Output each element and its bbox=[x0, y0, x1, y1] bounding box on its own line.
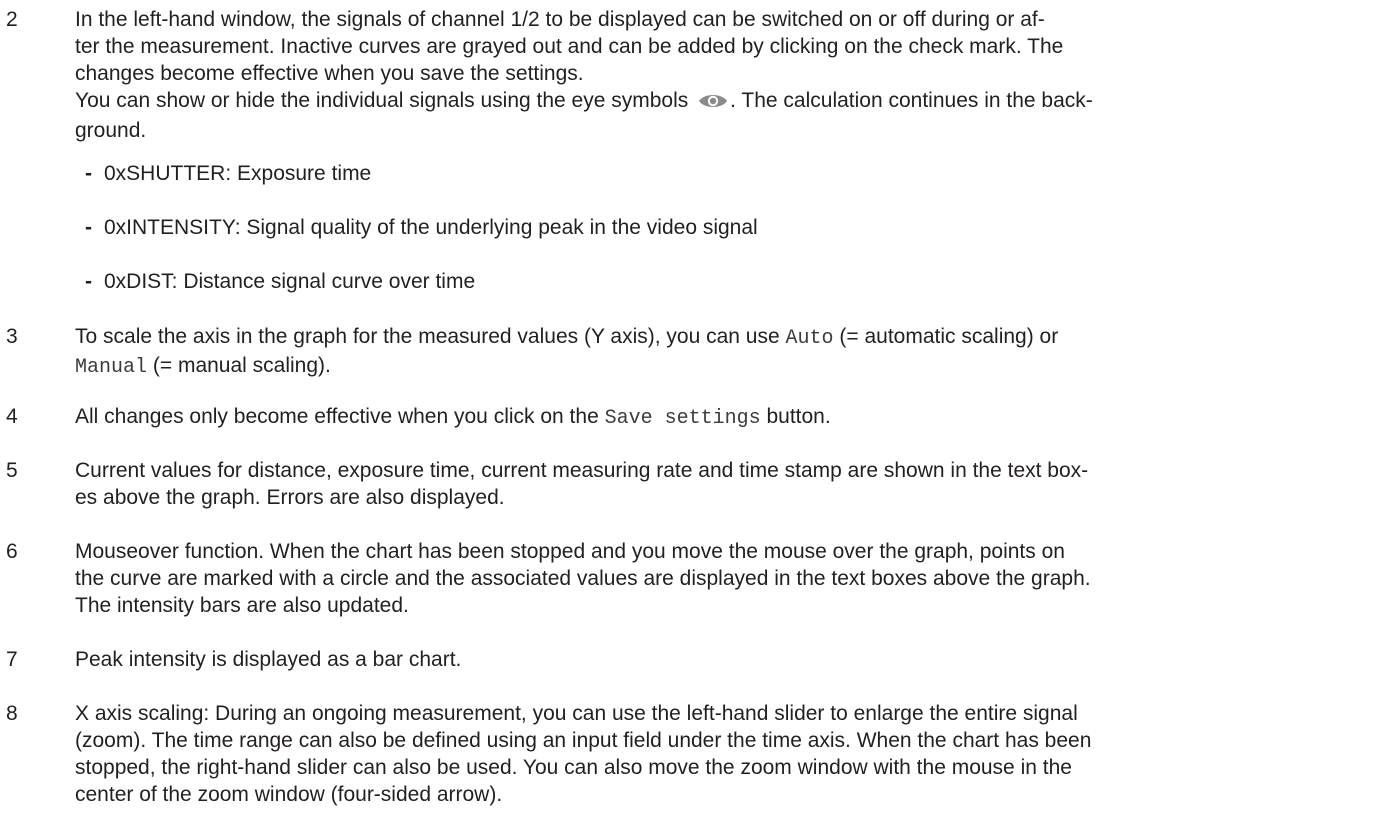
text-span: You can show or hide the individual sign… bbox=[75, 89, 689, 112]
text-line: You can show or hide the individual sign… bbox=[75, 87, 1371, 117]
eye-icon bbox=[698, 90, 728, 117]
text-line: Mouseover function. When the chart has b… bbox=[75, 540, 1065, 563]
text-line: center of the zoom window (four-sided ar… bbox=[75, 783, 503, 806]
bullet-text: 0xDIST: Distance signal curve over time bbox=[104, 270, 476, 293]
text-line: The intensity bars are also updated. bbox=[75, 594, 409, 617]
text-span: (= manual scaling). bbox=[152, 354, 331, 377]
text-line: Manual (= manual scaling). bbox=[75, 352, 1371, 381]
text-line: In the left-hand window, the signals of … bbox=[75, 8, 1045, 31]
item-text: All changes only become effective when y… bbox=[75, 403, 1371, 432]
bullet-marker: - bbox=[85, 270, 92, 293]
text-line: changes become effective when you save t… bbox=[75, 62, 584, 85]
code-text: Manual bbox=[75, 356, 148, 379]
text-line: ground. bbox=[75, 119, 147, 142]
item-number: 7 bbox=[6, 648, 18, 671]
item-text: Mouseover function. When the chart has b… bbox=[75, 538, 1371, 619]
text-line: (zoom). The time range can also be defin… bbox=[75, 729, 1092, 752]
text-line: Current values for distance, exposure ti… bbox=[75, 459, 1089, 482]
text-line: es above the graph. Errors are also disp… bbox=[75, 486, 505, 509]
text-span: button. bbox=[766, 405, 831, 428]
text-line: X axis scaling: During an ongoing measur… bbox=[75, 702, 1078, 725]
bullet-text: 0xSHUTTER: Exposure time bbox=[104, 162, 372, 185]
text-span: (= automatic scaling) or bbox=[839, 325, 1059, 348]
item-text: Current values for distance, exposure ti… bbox=[75, 457, 1371, 511]
item-text: Peak intensity is displayed as a bar cha… bbox=[75, 646, 1371, 673]
text-line: ter the measurement. Inactive curves are… bbox=[75, 35, 1064, 58]
text-line: Peak intensity is displayed as a bar cha… bbox=[75, 648, 462, 671]
item-text: To scale the axis in the graph for the m… bbox=[75, 323, 1371, 381]
item-text: In the left-hand window, the signals of … bbox=[75, 6, 1371, 144]
item-number: 5 bbox=[6, 459, 18, 482]
text-span: All changes only become effective when y… bbox=[75, 405, 599, 428]
text-span: . The calculation continues in the back- bbox=[730, 89, 1093, 112]
item-number: 6 bbox=[6, 540, 18, 563]
code-text: Auto bbox=[785, 327, 834, 350]
bullet-marker: - bbox=[85, 162, 92, 185]
text-line: To scale the axis in the graph for the m… bbox=[75, 323, 1371, 352]
item-number: 4 bbox=[6, 405, 18, 428]
bullet-text: 0xINTENSITY: Signal quality of the under… bbox=[104, 216, 758, 239]
item-number: 3 bbox=[6, 325, 18, 348]
text-line: the curve are marked with a circle and t… bbox=[75, 567, 1091, 590]
code-text: Save settings bbox=[604, 407, 761, 430]
text-line: stopped, the right-hand slider can also … bbox=[75, 756, 1072, 779]
item-number: 2 bbox=[6, 8, 18, 31]
item-text: X axis scaling: During an ongoing measur… bbox=[75, 700, 1371, 808]
text-span: To scale the axis in the graph for the m… bbox=[75, 325, 780, 348]
bullet-marker: - bbox=[85, 216, 92, 239]
item-number: 8 bbox=[6, 702, 18, 725]
